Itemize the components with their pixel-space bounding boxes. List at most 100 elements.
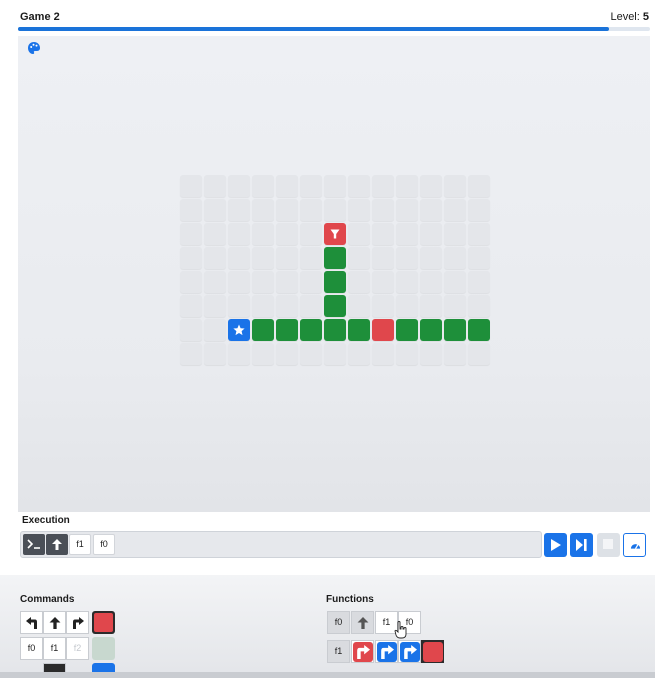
empty-tile [228, 271, 250, 293]
f1-slot-1[interactable] [351, 640, 374, 663]
empty-tile [180, 271, 202, 293]
stop-icon [603, 539, 613, 549]
empty-tile [204, 199, 226, 221]
empty-tile [228, 343, 250, 365]
empty-tile [204, 343, 226, 365]
green-tile [300, 319, 322, 341]
empty-tile [420, 199, 442, 221]
empty-tile [204, 295, 226, 317]
empty-tile [180, 223, 202, 245]
empty-tile [204, 271, 226, 293]
empty-tile [252, 223, 274, 245]
turn-right-command[interactable] [66, 611, 89, 634]
f0-slot-1[interactable] [351, 611, 374, 634]
terminal-icon[interactable] [23, 534, 45, 555]
empty-tile [372, 223, 394, 245]
green-tile [324, 271, 346, 293]
empty-tile [348, 271, 370, 293]
empty-tile [468, 295, 490, 317]
empty-tile [300, 199, 322, 221]
f1-slot-2[interactable] [375, 640, 398, 663]
empty-tile [252, 199, 274, 221]
arrow-up-icon [52, 539, 62, 550]
level-progress-bar [18, 27, 650, 31]
step-button[interactable] [570, 533, 593, 557]
empty-tile [396, 343, 418, 365]
empty-tile [228, 175, 250, 197]
arrow-up-icon [357, 617, 369, 629]
empty-tile [468, 199, 490, 221]
empty-tile [444, 175, 466, 197]
empty-tile [180, 199, 202, 221]
call-f2-command[interactable]: f2 [66, 637, 89, 660]
empty-tile [372, 271, 394, 293]
f1-label: f1 [327, 640, 350, 663]
game-title: Game 2 [20, 11, 60, 23]
empty-tile [372, 175, 394, 197]
empty-tile [204, 223, 226, 245]
empty-tile [444, 199, 466, 221]
empty-tile [396, 199, 418, 221]
f0-label: f0 [327, 611, 350, 634]
green-tile [396, 319, 418, 341]
paint-green-command[interactable] [92, 637, 115, 660]
empty-tile [396, 247, 418, 269]
empty-tile [444, 343, 466, 365]
turn-right-icon [73, 617, 84, 629]
empty-tile [252, 295, 274, 317]
paint-red-command[interactable] [92, 611, 115, 634]
level-label: Level: [610, 11, 640, 23]
turn-right-icon [400, 642, 420, 662]
empty-tile [372, 247, 394, 269]
f1-slot-3[interactable] [398, 640, 421, 663]
play-button[interactable] [544, 533, 567, 557]
empty-tile [228, 199, 250, 221]
empty-tile [204, 319, 226, 341]
stop-button[interactable] [597, 533, 620, 557]
play-icon [551, 539, 561, 551]
board-area [18, 36, 650, 512]
f1-slot-4[interactable] [421, 640, 444, 663]
hand-cursor-icon [394, 621, 407, 639]
empty-tile [348, 343, 370, 365]
empty-tile [444, 223, 466, 245]
empty-tile [348, 295, 370, 317]
green-tile [324, 295, 346, 317]
call-f0-command[interactable]: f0 [20, 637, 43, 660]
green-tile [444, 319, 466, 341]
arrow-up-icon [49, 617, 61, 629]
speed-button[interactable] [623, 533, 646, 557]
empty-tile [348, 247, 370, 269]
empty-tile [300, 175, 322, 197]
empty-tile [300, 295, 322, 317]
empty-tile [396, 175, 418, 197]
turn-left-command[interactable] [20, 611, 43, 634]
empty-tile [396, 223, 418, 245]
exec-call-f1[interactable]: f1 [69, 534, 91, 555]
empty-tile [228, 247, 250, 269]
green-tile [324, 247, 346, 269]
empty-tile [444, 247, 466, 269]
empty-tile [252, 175, 274, 197]
palette-icon[interactable] [27, 41, 41, 55]
level-progress-fill [18, 27, 609, 31]
empty-tile [420, 223, 442, 245]
exec-step-forward[interactable] [46, 534, 68, 555]
empty-tile [228, 295, 250, 317]
empty-tile [276, 247, 298, 269]
empty-tile [420, 295, 442, 317]
empty-tile [444, 271, 466, 293]
call-f1-command[interactable]: f1 [43, 637, 66, 660]
star-tile [228, 319, 250, 341]
empty-tile [420, 247, 442, 269]
empty-tile [180, 319, 202, 341]
empty-tile [252, 247, 274, 269]
robot-tile [324, 223, 346, 245]
green-tile [276, 319, 298, 341]
speed-icon [630, 543, 641, 549]
forward-command[interactable] [43, 611, 66, 634]
exec-call-f0[interactable]: f0 [93, 534, 115, 555]
level-indicator: Level: 5 [610, 11, 649, 23]
bottom-edge [0, 672, 655, 678]
execution-label: Execution [22, 515, 70, 526]
